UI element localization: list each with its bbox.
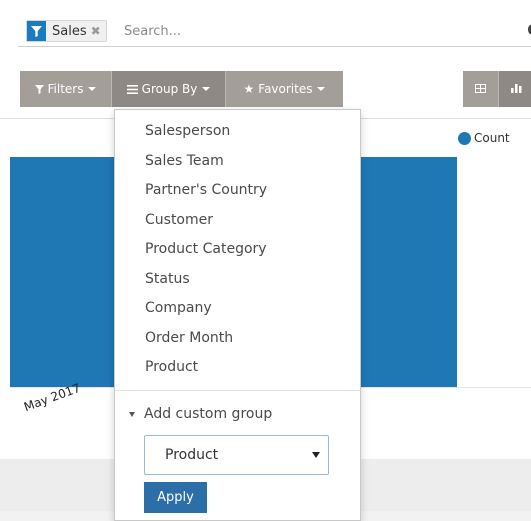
group-by-option[interactable]: Customer: [115, 206, 360, 236]
group-by-option[interactable]: Salesperson: [115, 117, 360, 147]
group-by-button[interactable]: Group By: [112, 71, 226, 107]
favorites-button[interactable]: ★ Favorites: [226, 71, 343, 107]
menu-divider: [115, 390, 360, 391]
funnel-icon: [34, 84, 44, 94]
favorites-label: Favorites: [258, 82, 313, 96]
list-icon: [126, 84, 138, 94]
legend-dot: [458, 131, 471, 145]
add-custom-group-label: Add custom group: [144, 406, 273, 422]
star-icon: ★: [243, 82, 255, 96]
add-custom-group-toggle[interactable]: Add custom group: [129, 406, 272, 422]
search-options-icon[interactable]: Ө: [527, 21, 531, 39]
custom-group-select[interactable]: Product: [144, 435, 329, 475]
group-by-option[interactable]: Sales Team: [115, 147, 360, 177]
group-by-option[interactable]: Status: [115, 265, 360, 295]
pivot-view-button[interactable]: [463, 71, 499, 107]
table-icon: [475, 82, 486, 96]
search-box: Sales ✖ Ө: [18, 14, 531, 47]
group-by-dropdown: Salesperson Sales Team Partner's Country Cu…: [114, 109, 361, 521]
filters-button[interactable]: Filters: [20, 71, 112, 107]
control-panel: Sales ✖ Ө Filters Group By: [0, 0, 531, 118]
group-by-label: Group By: [141, 82, 198, 96]
group-by-option[interactable]: Product Category: [115, 235, 360, 265]
search-options-group: Filters Group By ★ Favorites: [20, 71, 343, 107]
caret-down-icon: [202, 87, 211, 91]
funnel-icon: [27, 21, 46, 41]
apply-button[interactable]: Apply: [144, 482, 207, 513]
group-by-option[interactable]: Partner's Country: [115, 176, 360, 206]
triangle-down-icon: [129, 411, 135, 417]
search-input[interactable]: [122, 20, 506, 42]
view-switcher: [463, 71, 531, 107]
close-icon[interactable]: ✖: [91, 24, 106, 38]
caret-down-icon: [88, 87, 97, 91]
legend-label: Count: [474, 131, 510, 145]
group-by-option[interactable]: Order Month: [115, 324, 360, 354]
facet-label: Sales: [52, 23, 87, 39]
bar-chart-icon: [511, 82, 522, 96]
select-arrow-icon: [312, 452, 320, 458]
graph-view-button[interactable]: [499, 71, 531, 107]
group-by-options: Salesperson Sales Team Partner's Country Cu…: [115, 117, 360, 383]
group-by-option[interactable]: Company: [115, 294, 360, 324]
filters-label: Filters: [47, 82, 84, 96]
caret-down-icon: [317, 87, 326, 91]
custom-group-selected: Product: [165, 447, 219, 463]
page: Sales ✖ Ө Filters Group By: [0, 0, 531, 521]
search-facet: Sales ✖: [26, 20, 107, 42]
group-by-option[interactable]: Product: [115, 353, 360, 383]
chart-legend[interactable]: Count: [458, 131, 510, 145]
